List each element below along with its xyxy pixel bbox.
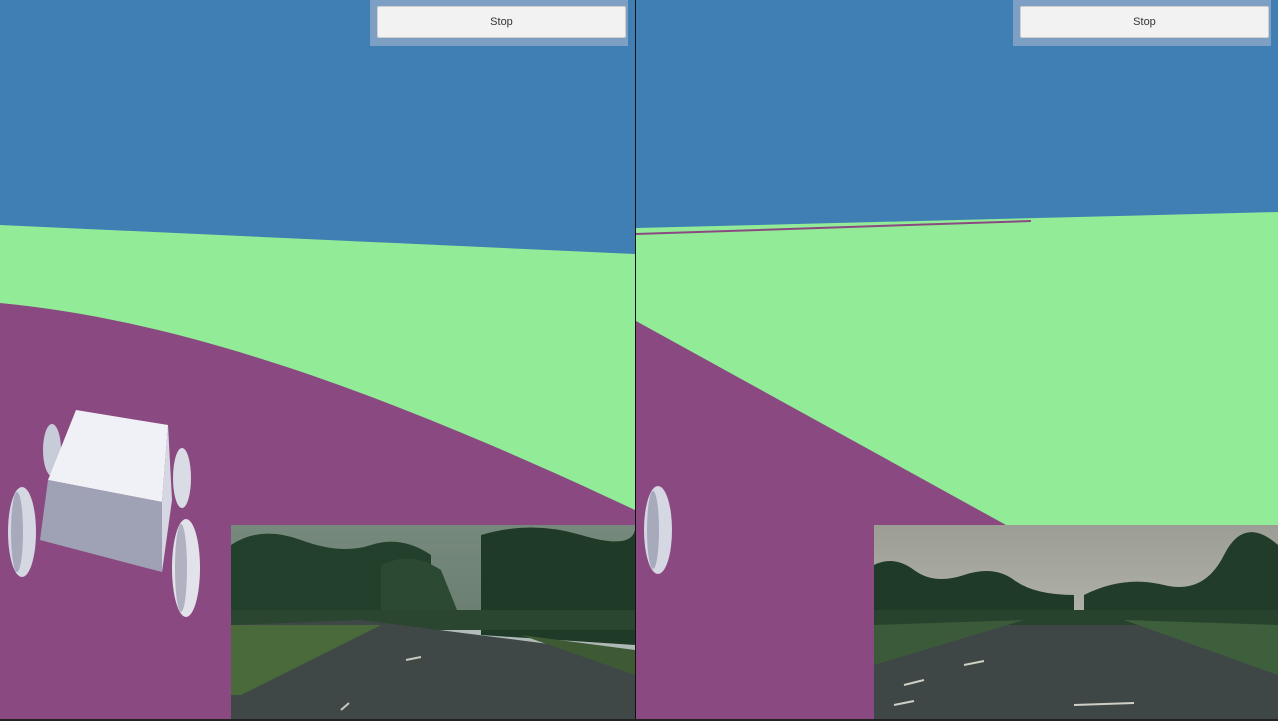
stop-panel: Stop bbox=[1013, 0, 1271, 46]
stop-button[interactable]: Stop bbox=[1020, 6, 1269, 38]
stop-panel: Stop bbox=[370, 0, 628, 46]
car-wheel-icon bbox=[173, 448, 191, 508]
camera-feed-left bbox=[231, 525, 635, 719]
left-simulation-view: Stop bbox=[0, 0, 635, 719]
right-simulation-view: Stop bbox=[636, 0, 1278, 719]
stop-button[interactable]: Stop bbox=[377, 6, 626, 38]
road-camera-image bbox=[874, 525, 1278, 719]
road-camera-image bbox=[231, 525, 635, 719]
camera-feed-right bbox=[874, 525, 1278, 719]
